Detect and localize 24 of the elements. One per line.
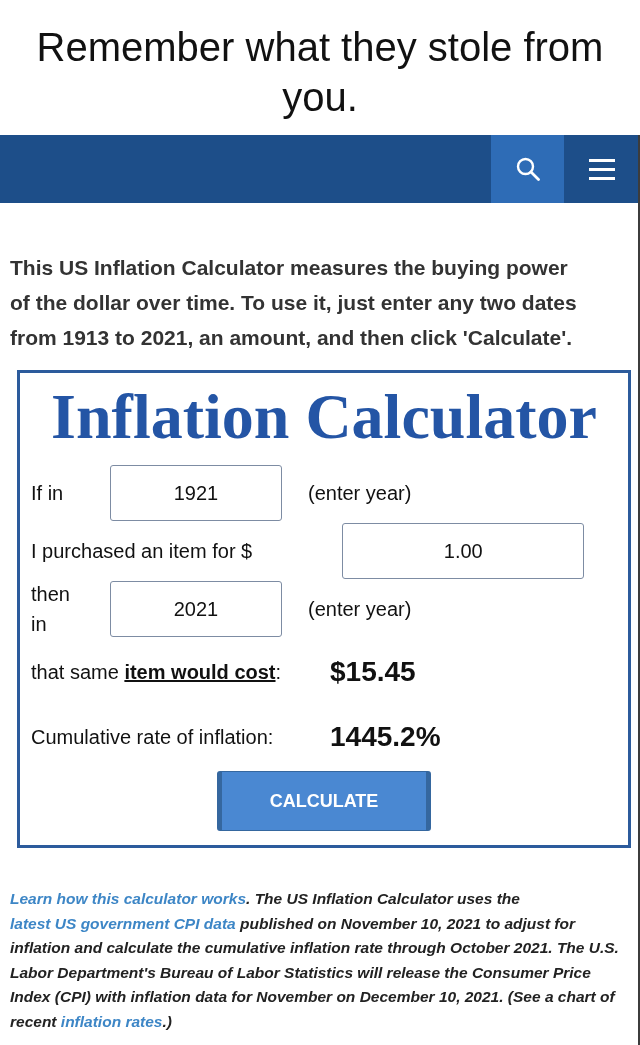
- year-input[interactable]: 2021: [110, 581, 282, 637]
- info-link[interactable]: Learn how this calculator works: [10, 890, 246, 907]
- calculator-title: Inflation Calculator: [50, 382, 598, 452]
- intro-paragraph: This US Inflation Calculator measures the buying power of the dollar over time. To use it, just enter any two dates from 1913 to 2021, an amount, and then click 'Calculate'.: [10, 255, 578, 351]
- search-icon: [515, 157, 540, 181]
- calculate-button[interactable]: CALCULATE: [217, 771, 431, 831]
- year-input[interactable]: 1921: [110, 465, 282, 521]
- result-label: Cumulative rate of inflation:: [31, 725, 275, 749]
- caption-text: Remember what they stole from you.: [35, 24, 605, 121]
- info-paragraph: Learn how this calculator works. The US Inflation Calculator uses the latest US government CPI data published on November 10, 2021 to adjust for inflation and calculate the cumulative inflation rate through October 2021. The U.S. Labor Department's Bureau of Labor Statistics will release the Consumer Price Index (CPI) with inflation data for November on December 10, 2021. (See a chart of recent inflation rates.): [10, 889, 620, 1032]
- search-button[interactable]: [491, 135, 564, 203]
- result-value: 1445.2%: [330, 721, 442, 753]
- menu-icon: [589, 158, 615, 180]
- field-label: If in: [31, 481, 65, 506]
- result-value: $15.45: [330, 656, 417, 688]
- hint-text: (enter year): [308, 597, 412, 621]
- info-link[interactable]: latest US government CPI data: [10, 914, 236, 932]
- cost-link[interactable]: item would cost: [124, 660, 276, 683]
- field-label: I purchased an item for $: [31, 539, 253, 564]
- field-label: then in: [31, 582, 71, 637]
- amount-input[interactable]: 1.00: [342, 523, 585, 579]
- result-label: that same item would cost:: [31, 660, 283, 684]
- info-link[interactable]: inflation rates: [60, 1012, 163, 1030]
- hint-text: (enter year): [308, 481, 412, 505]
